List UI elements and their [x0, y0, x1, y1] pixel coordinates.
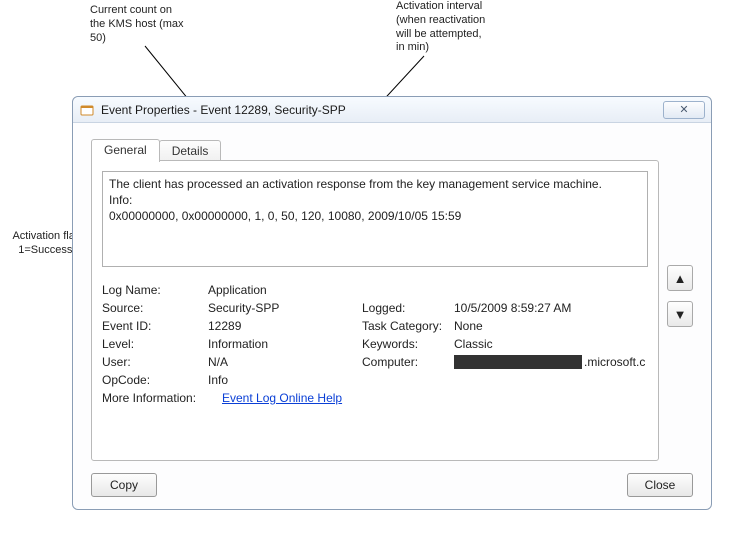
close-button[interactable]: Close: [627, 473, 693, 497]
app-icon: [79, 102, 95, 118]
copy-button[interactable]: Copy: [91, 473, 157, 497]
tab-details[interactable]: Details: [159, 140, 222, 162]
event-properties-window: Event Properties - Event 12289, Security…: [72, 96, 712, 510]
desc-line3: 0x00000000, 0x00000000, 1, 0, 50, 120, 1…: [109, 208, 641, 224]
tab-strip: General Details: [91, 137, 220, 161]
logged-label: Logged:: [362, 301, 454, 315]
eventid-label: Event ID:: [102, 319, 208, 333]
tab-general[interactable]: General: [91, 139, 160, 162]
level-value: Information: [208, 337, 362, 351]
source-value: Security-SPP: [208, 301, 362, 315]
taskcat-value: None: [454, 319, 648, 333]
previous-event-button[interactable]: ▲: [667, 265, 693, 291]
source-label: Source:: [102, 301, 208, 315]
level-label: Level:: [102, 337, 208, 351]
user-label: User:: [102, 355, 208, 369]
eventid-value: 12289: [208, 319, 362, 333]
logname-label: Log Name:: [102, 283, 208, 297]
tab-panel-general: The client has processed an activation r…: [91, 160, 659, 461]
close-icon: ✕: [679, 103, 688, 116]
computer-suffix: .microsoft.c: [584, 355, 645, 369]
opcode-value: Info: [208, 373, 362, 387]
desc-line1: The client has processed an activation r…: [109, 176, 641, 192]
keywords-label: Keywords:: [362, 337, 454, 351]
computer-value: .microsoft.c: [454, 355, 648, 369]
opcode-label: OpCode:: [102, 373, 208, 387]
titlebar[interactable]: Event Properties - Event 12289, Security…: [73, 97, 711, 123]
computer-redacted: [454, 355, 582, 369]
window-title: Event Properties - Event 12289, Security…: [101, 103, 663, 117]
user-value: N/A: [208, 355, 362, 369]
arrow-down-icon: ▼: [674, 307, 687, 322]
logged-value: 10/5/2009 8:59:27 AM: [454, 301, 648, 315]
event-log-online-help-link[interactable]: Event Log Online Help: [222, 391, 342, 405]
desc-line2: Info:: [109, 192, 641, 208]
event-fields: Log Name: Application Source: Security-S…: [102, 281, 648, 407]
window-close-button[interactable]: ✕: [663, 101, 705, 119]
arrow-up-icon: ▲: [674, 271, 687, 286]
annotation-count: Current count on the KMS host (max 50): [90, 4, 210, 45]
event-description-box[interactable]: The client has processed an activation r…: [102, 171, 648, 267]
moreinfo-label: More Information:: [102, 391, 222, 405]
taskcat-label: Task Category:: [362, 319, 454, 333]
keywords-value: Classic: [454, 337, 648, 351]
computer-label: Computer:: [362, 355, 454, 369]
logname-value: Application: [208, 283, 362, 297]
next-event-button[interactable]: ▼: [667, 301, 693, 327]
annotation-interval: Activation interval (when reactivation w…: [396, 0, 536, 55]
